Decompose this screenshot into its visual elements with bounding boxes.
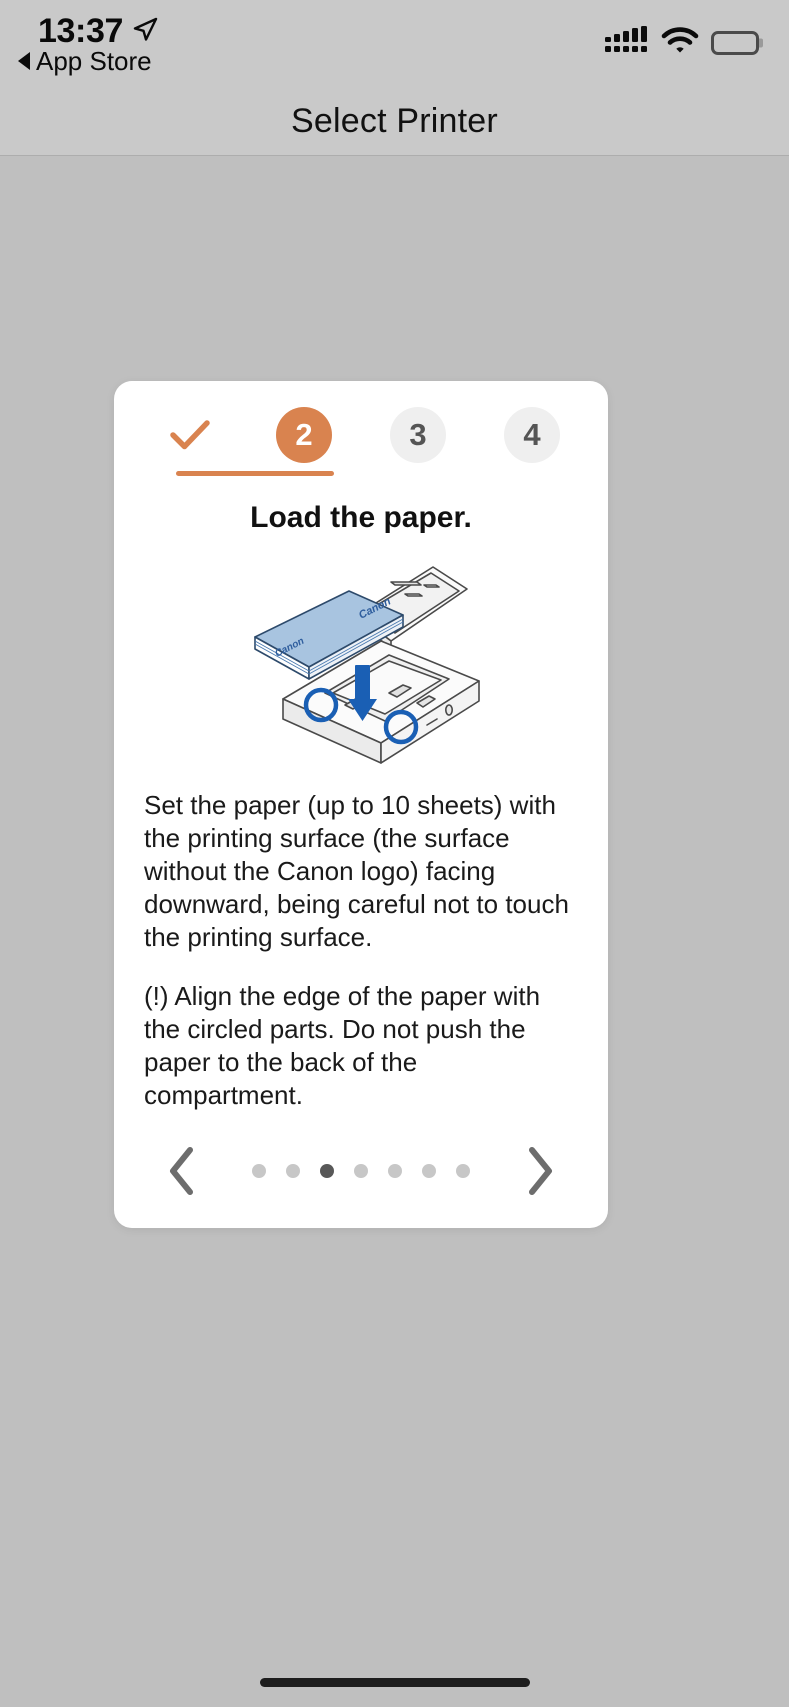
check-icon xyxy=(170,420,210,450)
battery-icon xyxy=(711,30,763,55)
printer-load-paper-illustration: Canon Canon xyxy=(114,541,608,771)
chevron-right-icon xyxy=(529,1147,552,1196)
location-arrow-icon xyxy=(132,16,158,47)
status-time: 13:37 xyxy=(38,12,123,50)
step-2-current[interactable]: 2 xyxy=(276,407,332,463)
card-pager xyxy=(114,1112,608,1230)
back-to-app-store-button[interactable]: App Store xyxy=(18,48,152,74)
status-bar-left: 13:37 xyxy=(38,14,158,48)
home-indicator xyxy=(259,1678,530,1687)
pagination-dot-3[interactable] xyxy=(320,1164,334,1179)
status-bar-right xyxy=(605,26,763,59)
content-area: 2 3 4 Load the paper. Canon Canon Set th… xyxy=(0,156,789,1707)
pagination-dot-2[interactable] xyxy=(286,1164,300,1179)
status-bar: 13:37 App Store xyxy=(0,0,789,88)
step-3[interactable]: 3 xyxy=(390,407,446,463)
step-3-label: 3 xyxy=(409,417,427,452)
step-4-label: 4 xyxy=(523,417,541,452)
navigation-bar: Select Printer xyxy=(0,88,789,156)
step-progress-underline xyxy=(176,471,334,476)
pagination-dot-5[interactable] xyxy=(388,1164,402,1179)
instruction-paragraph-1: Set the paper (up to 10 sheets) with the… xyxy=(144,790,569,953)
chevron-left-icon xyxy=(170,1147,193,1196)
pagination-dot-7[interactable] xyxy=(456,1164,470,1179)
step-indicator: 2 3 4 xyxy=(114,381,608,493)
pagination-dots xyxy=(252,1164,470,1179)
previous-page-button[interactable] xyxy=(160,1145,204,1197)
instruction-card: 2 3 4 Load the paper. Canon Canon Set th… xyxy=(114,381,608,1228)
cellular-signal-icon xyxy=(605,26,649,59)
step-4[interactable]: 4 xyxy=(504,407,560,463)
pagination-dot-1[interactable] xyxy=(252,1164,266,1179)
back-caret-icon xyxy=(18,52,30,70)
page-title: Select Printer xyxy=(291,102,498,140)
instruction-paragraph-2: (!) Align the edge of the paper with the… xyxy=(144,981,541,1111)
back-label: App Store xyxy=(36,46,152,76)
step-2-label: 2 xyxy=(295,417,313,452)
phone-screen: 13:37 App Store Select Printer 2 3 4 Loa… xyxy=(0,0,789,1707)
pagination-dot-6[interactable] xyxy=(422,1164,436,1179)
step-1-completed[interactable] xyxy=(162,407,218,463)
pagination-dot-4[interactable] xyxy=(354,1164,368,1179)
card-title: Load the paper. xyxy=(250,501,472,534)
wifi-icon xyxy=(661,26,699,59)
instruction-body: Set the paper (up to 10 sheets) with the… xyxy=(114,789,608,1112)
next-page-button[interactable] xyxy=(518,1145,562,1197)
